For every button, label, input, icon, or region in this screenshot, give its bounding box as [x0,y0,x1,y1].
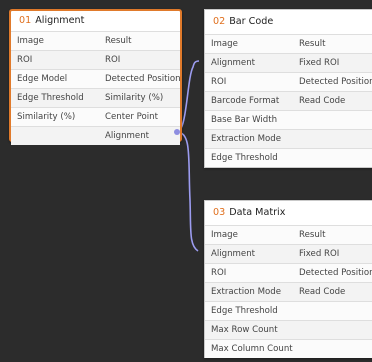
port-row-extraction-mode: Extraction Mode [205,129,372,148]
port-row-similarity: Similarity (%) Center Point [11,107,180,126]
output-port-label[interactable] [297,321,372,339]
wire-alignment-to-datamatrix[interactable] [176,131,199,252]
port-row-image: Image Result [205,225,372,244]
output-port-label[interactable] [297,340,372,358]
node-title: Alignment [35,15,85,26]
port-row-max-column-count: Max Column Count [205,339,372,358]
input-port-label[interactable]: Extraction Mode [205,130,297,148]
input-port-label[interactable]: Image [205,35,297,53]
output-port-label[interactable] [297,111,372,129]
output-port-label[interactable]: Result [103,32,180,50]
output-port-label[interactable] [297,302,372,320]
input-port-label[interactable] [11,127,103,145]
input-port-label[interactable]: Base Bar Width [205,111,297,129]
port-row-image: Image Result [205,34,372,53]
output-port-label[interactable] [297,149,372,167]
node-alignment[interactable]: 01 Alignment Image Result ROI ROI Edge Mode… [9,9,182,145]
input-port-label[interactable]: Max Column Count [205,340,297,358]
output-port-label[interactable]: ROI [103,51,180,69]
input-port-label[interactable]: Edge Model [11,70,103,88]
port-row-roi: ROI ROI [11,50,180,69]
input-port-label[interactable]: Alignment [205,54,297,72]
port-row-roi: ROI Detected Position [205,263,372,282]
output-port-label[interactable]: Center Point [103,108,180,126]
port-row-alignment: Alignment Fixed ROI [205,53,372,72]
output-port-label[interactable]: Detected Position [297,264,372,282]
output-port-label[interactable]: Similarity (%) [103,89,180,107]
node-port-list: Image Result ROI ROI Edge Model Detected Po… [11,31,180,145]
port-row-extraction-mode: Extraction Mode Read Code [205,282,372,301]
output-port-label[interactable]: Result [297,35,372,53]
node-header[interactable]: 02 Bar Code [205,10,372,34]
node-header[interactable]: 03 Data Matrix [205,201,372,225]
port-row-edge-threshold: Edge Threshold [205,148,372,167]
port-row-edge-threshold: Edge Threshold [205,301,372,320]
input-port-label[interactable]: Max Row Count [205,321,297,339]
output-port-label[interactable]: Read Code [297,283,372,301]
input-port-label[interactable]: ROI [205,73,297,91]
port-row-max-row-count: Max Row Count [205,320,372,339]
output-port-label[interactable]: Fixed ROI [297,54,372,72]
port-row-alignment: Alignment Fixed ROI [205,244,372,263]
node-number: 03 [213,207,226,218]
output-port-label[interactable]: Read Code [297,92,372,110]
input-port-label[interactable]: Image [205,226,297,244]
port-row-base-bar-width: Base Bar Width [205,110,372,129]
port-row-roi: ROI Detected Position [205,72,372,91]
output-port-label[interactable] [297,130,372,148]
input-port-label[interactable]: Extraction Mode [205,283,297,301]
input-port-label[interactable]: Edge Threshold [205,302,297,320]
output-port-label[interactable]: Fixed ROI [297,245,372,263]
input-port-label[interactable]: Barcode Format [205,92,297,110]
node-port-list: Image Result Alignment Fixed ROI ROI Detect… [205,225,372,358]
node-port-list: Image Result Alignment Fixed ROI ROI Detect… [205,34,372,167]
input-port-label[interactable]: Similarity (%) [11,108,103,126]
output-port-label[interactable]: Detected Position [103,70,180,88]
node-number: 02 [213,16,226,27]
input-port-label[interactable]: Image [11,32,103,50]
output-port-label[interactable]: Detected Position [297,73,372,91]
output-port-alignment-dot[interactable] [174,129,180,135]
input-port-label[interactable]: Edge Threshold [11,89,103,107]
port-row-edge-model: Edge Model Detected Position [11,69,180,88]
output-port-label[interactable]: Result [297,226,372,244]
node-datamatrix[interactable]: 03 Data Matrix Image Result Alignment Fixed… [204,200,372,358]
port-row-edge-threshold: Edge Threshold Similarity (%) [11,88,180,107]
node-barcode[interactable]: 02 Bar Code Image Result Alignment Fixed RO… [204,9,372,168]
output-port-label[interactable]: Alignment [103,127,180,145]
port-row-image: Image Result [11,31,180,50]
port-row-barcode-format: Barcode Format Read Code [205,91,372,110]
node-title: Bar Code [229,16,274,27]
input-port-label[interactable]: ROI [11,51,103,69]
port-row-alignment: Alignment [11,126,180,145]
input-port-label[interactable]: Edge Threshold [205,149,297,167]
node-title: Data Matrix [229,207,286,218]
input-port-label[interactable]: ROI [205,264,297,282]
input-port-label[interactable]: Alignment [205,245,297,263]
node-number: 01 [19,15,32,26]
node-header[interactable]: 01 Alignment [11,11,180,31]
